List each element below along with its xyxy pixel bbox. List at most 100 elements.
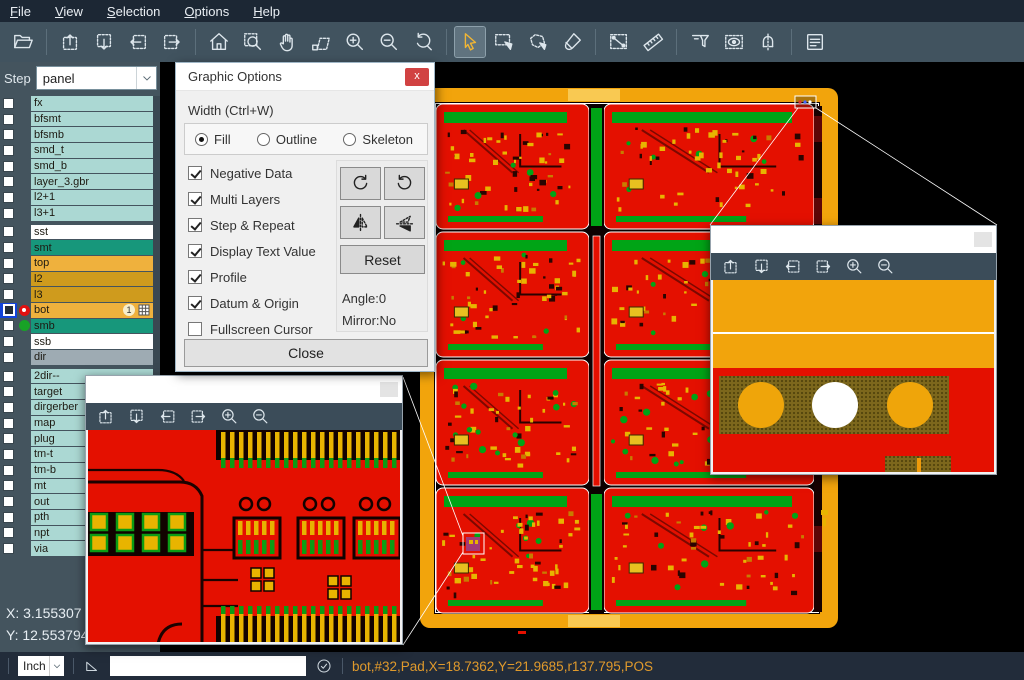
layer-checkbox-2dir--[interactable] xyxy=(0,369,17,384)
checkbox-profile[interactable]: Profile xyxy=(188,264,316,290)
arrow-left-box-icon[interactable] xyxy=(781,256,803,278)
layer-row-layer_3.gbr[interactable]: layer_3.gbr xyxy=(0,174,153,189)
chevron-down-icon[interactable] xyxy=(49,656,64,676)
layer-label-bfsmb[interactable]: bfsmb xyxy=(31,127,153,142)
layer-checkbox-top[interactable] xyxy=(0,256,17,271)
layer-row-l3[interactable]: l3 xyxy=(0,287,153,302)
layer-checkbox-dirgerber[interactable] xyxy=(0,400,17,415)
magnifier2-window-button[interactable] xyxy=(974,232,992,247)
layer-row-top[interactable]: top xyxy=(0,256,153,271)
layer-label-l3+1[interactable]: l3+1 xyxy=(31,206,153,221)
layer-row-ssb[interactable]: ssb xyxy=(0,334,153,349)
layer-checkbox-l2+1[interactable] xyxy=(0,190,17,205)
checkbox-icon[interactable] xyxy=(188,244,202,258)
menu-file[interactable]: File xyxy=(10,4,31,19)
layer-checkbox-fx[interactable] xyxy=(0,96,17,111)
radio-button-icon[interactable] xyxy=(195,133,208,146)
layer-checkbox-bfsmt[interactable] xyxy=(0,112,17,127)
arrow-right-box-icon[interactable] xyxy=(187,406,209,428)
command-input[interactable] xyxy=(110,656,306,676)
layer-checkbox-sst[interactable] xyxy=(0,225,17,240)
checkbox-step-repeat[interactable]: Step & Repeat xyxy=(188,212,316,238)
layer-label-bot[interactable]: bot1 xyxy=(31,303,153,318)
arrow-left-box-icon[interactable] xyxy=(123,27,153,57)
dialog-titlebar[interactable]: Graphic Options x xyxy=(176,63,434,91)
checkbox-icon[interactable] xyxy=(188,322,202,336)
layer-row-l3+1[interactable]: l3+1 xyxy=(0,206,153,221)
radio-button-icon[interactable] xyxy=(343,133,356,146)
layer-row-l2+1[interactable]: l2+1 xyxy=(0,190,153,205)
arrow-up-box-icon[interactable] xyxy=(55,27,85,57)
layer-row-dir[interactable]: dir xyxy=(0,350,153,365)
rotate-ccw-button[interactable] xyxy=(384,167,425,200)
checkbox-display-text-value[interactable]: Display Text Value xyxy=(188,238,316,264)
magnifier2-titlebar[interactable] xyxy=(711,226,996,253)
arrow-down-box-icon[interactable] xyxy=(125,406,147,428)
checkbox-icon[interactable] xyxy=(188,192,202,206)
layer-row-bfsmb[interactable]: bfsmb xyxy=(0,127,153,142)
unit-combobox[interactable]: Inch xyxy=(18,656,64,676)
chevron-down-icon[interactable] xyxy=(136,67,156,89)
menu-view[interactable]: View xyxy=(55,4,83,19)
grid-icon[interactable] xyxy=(138,304,150,316)
arrow-up-box-icon[interactable] xyxy=(94,406,116,428)
menu-help[interactable]: Help xyxy=(253,4,280,19)
filter-icon[interactable] xyxy=(685,27,715,57)
magnifier1-window-button[interactable] xyxy=(380,382,398,397)
checkbox-icon[interactable] xyxy=(188,296,202,310)
layer-label-top[interactable]: top xyxy=(31,256,153,271)
layer-row-bot[interactable]: bot1 xyxy=(0,303,153,318)
zoom-out-icon[interactable] xyxy=(374,27,404,57)
zoom-area-icon[interactable] xyxy=(238,27,268,57)
checkbox-multi-layers[interactable]: Multi Layers xyxy=(188,186,316,212)
layer-checkbox-l3+1[interactable] xyxy=(0,206,17,221)
step-combobox[interactable]: panel xyxy=(36,66,157,90)
zoom-in-icon[interactable] xyxy=(843,256,865,278)
close-button[interactable]: Close xyxy=(184,339,428,367)
layer-label-smb[interactable]: smb xyxy=(31,319,153,334)
corner-angle-icon[interactable] xyxy=(83,657,101,675)
layer-checkbox-pth[interactable] xyxy=(0,510,17,525)
layer-checkbox-bfsmb[interactable] xyxy=(0,127,17,142)
arrow-left-box-icon[interactable] xyxy=(156,406,178,428)
home-icon[interactable] xyxy=(204,27,234,57)
zoom-undo-icon[interactable] xyxy=(408,27,438,57)
layer-label-dir[interactable]: dir xyxy=(31,350,153,365)
arrow-right-box-icon[interactable] xyxy=(157,27,187,57)
layer-panel-icon[interactable] xyxy=(800,27,830,57)
rotate-cw-button[interactable] xyxy=(340,167,381,200)
layer-checkbox-l3[interactable] xyxy=(0,287,17,302)
zoom-out-icon[interactable] xyxy=(249,406,271,428)
menu-options[interactable]: Options xyxy=(184,4,229,19)
layer-label-smd_t[interactable]: smd_t xyxy=(31,143,153,158)
check-circle-icon[interactable] xyxy=(315,657,333,675)
layer-checkbox-target[interactable] xyxy=(0,384,17,399)
layer-row-smb[interactable]: smb xyxy=(0,319,153,334)
layer-row-smt[interactable]: smt xyxy=(0,240,153,255)
radio-fill[interactable]: Fill xyxy=(195,132,231,147)
snap-magnet-icon[interactable] xyxy=(753,27,783,57)
arrow-right-box-icon[interactable] xyxy=(812,256,834,278)
layer-label-l2[interactable]: l2 xyxy=(31,272,153,287)
magnifier-window-1[interactable] xyxy=(85,375,403,645)
select-cursor-icon[interactable] xyxy=(455,27,485,57)
layer-checkbox-smt[interactable] xyxy=(0,240,17,255)
layer-checkbox-tm-t[interactable] xyxy=(0,447,17,462)
layer-label-sst[interactable]: sst xyxy=(31,225,153,240)
layer-label-l2+1[interactable]: l2+1 xyxy=(31,190,153,205)
layer-checkbox-smd_b[interactable] xyxy=(0,159,17,174)
layer-checkbox-map[interactable] xyxy=(0,416,17,431)
layer-row-smd_t[interactable]: smd_t xyxy=(0,143,153,158)
arrow-down-box-icon[interactable] xyxy=(750,256,772,278)
layer-label-ssb[interactable]: ssb xyxy=(31,334,153,349)
menu-selection[interactable]: Selection xyxy=(107,4,160,19)
layer-checkbox-layer_3.gbr[interactable] xyxy=(0,174,17,189)
reset-button[interactable]: Reset xyxy=(340,245,425,274)
layer-checkbox-plug[interactable] xyxy=(0,431,17,446)
checkbox-negative-data[interactable]: Negative Data xyxy=(188,160,316,186)
layer-label-bfsmt[interactable]: bfsmt xyxy=(31,112,153,127)
layer-label-smd_b[interactable]: smd_b xyxy=(31,159,153,174)
checkbox-icon[interactable] xyxy=(188,218,202,232)
magnifier1-content[interactable] xyxy=(86,430,402,644)
layer-row-bfsmt[interactable]: bfsmt xyxy=(0,112,153,127)
